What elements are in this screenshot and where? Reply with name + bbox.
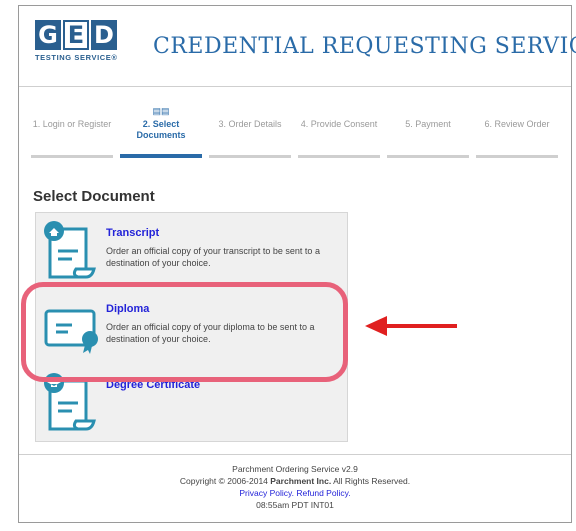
footer-company: Parchment Inc.: [270, 476, 332, 486]
step-label: 6. Review Order: [484, 119, 550, 129]
section-title: Select Document: [33, 188, 155, 205]
arrow-left-icon: [365, 316, 457, 336]
step-order-details[interactable]: 3. Order Details: [209, 106, 291, 158]
footer-copyright: Copyright © 2006-2014 Parchment Inc. All…: [179, 476, 411, 486]
logo-subtitle: TESTING SERVICE®: [35, 53, 118, 62]
step-bar: [298, 155, 380, 158]
step-label: 1. Login or Register: [32, 119, 112, 129]
step-bar: [476, 155, 558, 158]
document-description: Order an official copy of your transcrip…: [106, 246, 320, 268]
logo-letter-d: D: [91, 20, 117, 50]
page-frame: G E D TESTING SERVICE® CREDENTIAL REQUES…: [18, 5, 576, 523]
footer-time: 08:55am PDT INT01: [256, 500, 334, 510]
document-option-transcript[interactable]: Transcript Order an official copy of you…: [36, 213, 347, 291]
step-label: 5. Payment: [405, 119, 451, 129]
progress-steps: 1. Login or Register ▤▤ 2. Select Docume…: [31, 106, 561, 158]
step-bar: [31, 155, 113, 158]
step-label: 2. Select Documents: [136, 119, 186, 140]
header: G E D TESTING SERVICE® CREDENTIAL REQUES…: [19, 6, 576, 87]
footer: Parchment Ordering Service v2.9 Copyrigh…: [19, 454, 571, 522]
footer-service: Parchment Ordering Service v2.9: [232, 464, 358, 474]
step-label: 4. Provide Consent: [300, 119, 378, 129]
step-login[interactable]: 1. Login or Register: [31, 106, 113, 158]
logo-letter-g: G: [35, 20, 61, 50]
logo-letter-e: E: [63, 20, 89, 50]
step-provide-consent[interactable]: 4. Provide Consent: [298, 106, 380, 158]
step-payment[interactable]: 5. Payment: [387, 106, 469, 158]
document-name[interactable]: Transcript: [106, 227, 159, 239]
step-label: 3. Order Details: [218, 119, 282, 129]
documents-icon: ▤▤: [152, 106, 170, 116]
step-bar-active: [120, 154, 202, 158]
step-bar: [209, 155, 291, 158]
refund-policy-link[interactable]: Refund Policy.: [296, 488, 350, 498]
step-bar: [387, 155, 469, 158]
privacy-policy-link[interactable]: Privacy Policy.: [239, 488, 294, 498]
step-select-documents[interactable]: ▤▤ 2. Select Documents: [120, 106, 202, 158]
transcript-icon: [44, 221, 96, 279]
ged-logo: G E D TESTING SERVICE®: [35, 20, 125, 72]
step-review-order[interactable]: 6. Review Order: [476, 106, 558, 158]
highlight-box: [21, 282, 348, 382]
page-title: CREDENTIAL REQUESTING SERVICE: [153, 34, 576, 59]
